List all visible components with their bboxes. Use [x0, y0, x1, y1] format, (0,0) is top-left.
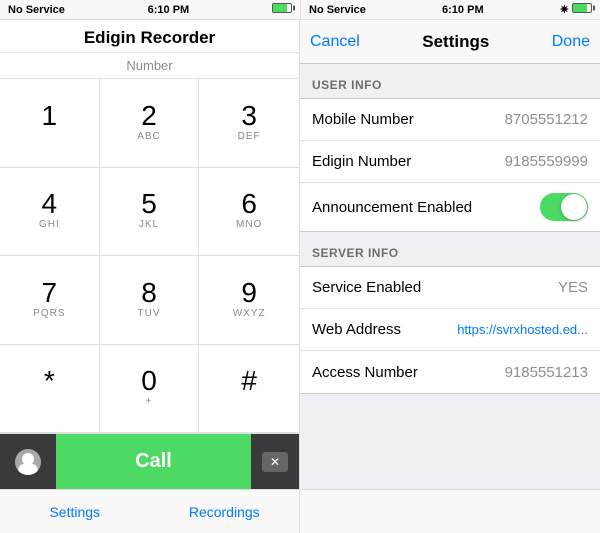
- access-number-label: Access Number: [312, 364, 418, 381]
- delete-button[interactable]: [251, 434, 299, 489]
- dial-key-5[interactable]: 5JKL: [100, 168, 200, 257]
- announcement-toggle[interactable]: [540, 193, 588, 221]
- mobile-number-label: Mobile Number: [312, 111, 414, 128]
- settings-title: Settings: [422, 32, 489, 52]
- done-button[interactable]: Done: [552, 33, 590, 51]
- dial-key-#[interactable]: #: [199, 345, 299, 434]
- contact-icon: [15, 449, 41, 475]
- settings-body: USER INFO Mobile Number 8705551212 Edigi…: [300, 64, 600, 489]
- web-address-label: Web Address: [312, 321, 401, 338]
- cancel-button[interactable]: Cancel: [310, 33, 360, 51]
- server-info-group: Service Enabled YES Web Address https://…: [300, 266, 600, 394]
- dial-key-2[interactable]: 2ABC: [100, 79, 200, 168]
- right-signal: No Service: [309, 4, 366, 16]
- backspace-icon: [262, 452, 288, 472]
- service-enabled-row: Service Enabled YES: [300, 267, 600, 309]
- mobile-number-row: Mobile Number 8705551212: [300, 99, 600, 141]
- tab-settings[interactable]: Settings: [0, 490, 150, 533]
- dial-key-9[interactable]: 9WXYZ: [199, 256, 299, 345]
- right-battery-area: ✷: [560, 3, 592, 16]
- dial-key-4[interactable]: 4GHI: [0, 168, 100, 257]
- left-signal: No Service: [8, 4, 65, 16]
- settings-header: Cancel Settings Done: [300, 20, 600, 64]
- left-status-bar: No Service 6:10 PM: [0, 0, 300, 20]
- edigin-number-row: Edigin Number 9185559999: [300, 141, 600, 183]
- left-battery-icon: [272, 3, 292, 16]
- app-title: Edigin Recorder: [0, 20, 299, 53]
- user-info-group: Mobile Number 8705551212 Edigin Number 9…: [300, 98, 600, 232]
- server-info-header: SERVER INFO: [300, 232, 600, 266]
- call-button[interactable]: Call: [56, 434, 251, 489]
- left-time: 6:10 PM: [148, 4, 190, 16]
- dial-key-7[interactable]: 7PQRS: [0, 256, 100, 345]
- status-bars: No Service 6:10 PM No Service 6:10 PM ✷: [0, 0, 600, 20]
- edigin-number-label: Edigin Number: [312, 153, 411, 170]
- mobile-number-value: 8705551212: [505, 111, 588, 128]
- dial-key-3[interactable]: 3DEF: [199, 79, 299, 168]
- tab-bar: Settings Recordings: [0, 489, 299, 533]
- number-label: Number: [0, 53, 299, 79]
- dial-key-0[interactable]: 0+: [100, 345, 200, 434]
- user-info-header: USER INFO: [300, 64, 600, 98]
- service-enabled-value: YES: [558, 279, 588, 296]
- right-battery-icon: [572, 3, 592, 16]
- service-enabled-label: Service Enabled: [312, 279, 421, 296]
- dial-key-*[interactable]: *: [0, 345, 100, 434]
- toggle-knob: [561, 194, 587, 220]
- right-panel: Cancel Settings Done USER INFO Mobile Nu…: [300, 20, 600, 533]
- announcement-enabled-label: Announcement Enabled: [312, 199, 472, 216]
- call-label: Call: [135, 450, 172, 473]
- left-panel: Edigin Recorder Number 12ABC3DEF 4GHI5JKL…: [0, 20, 300, 533]
- dialpad-grid: 12ABC3DEF 4GHI5JKL6MNO 7PQRS8TUV9WXYZ *0+#: [0, 79, 299, 433]
- web-address-row: Web Address https://svrxhosted.ed...: [300, 309, 600, 351]
- dial-key-6[interactable]: 6MNO: [199, 168, 299, 257]
- dial-key-1[interactable]: 1: [0, 79, 100, 168]
- left-battery-area: [272, 3, 292, 16]
- web-address-value[interactable]: https://svrxhosted.ed...: [457, 322, 588, 337]
- dialpad-bottom: Call: [0, 433, 299, 489]
- main-content: Edigin Recorder Number 12ABC3DEF 4GHI5JKL…: [0, 20, 600, 533]
- settings-tab-bar: [300, 489, 600, 533]
- access-number-row: Access Number 9185551213: [300, 351, 600, 393]
- edigin-number-value: 9185559999: [505, 153, 588, 170]
- announcement-enabled-row: Announcement Enabled: [300, 183, 600, 231]
- right-status-bar: No Service 6:10 PM ✷: [300, 0, 600, 20]
- dial-key-8[interactable]: 8TUV: [100, 256, 200, 345]
- contact-button[interactable]: [0, 434, 56, 489]
- bluetooth-icon: ✷: [560, 3, 569, 16]
- access-number-value: 9185551213: [505, 364, 588, 381]
- right-time: 6:10 PM: [442, 4, 484, 16]
- settings-spacer: [300, 394, 600, 424]
- tab-recordings[interactable]: Recordings: [150, 490, 300, 533]
